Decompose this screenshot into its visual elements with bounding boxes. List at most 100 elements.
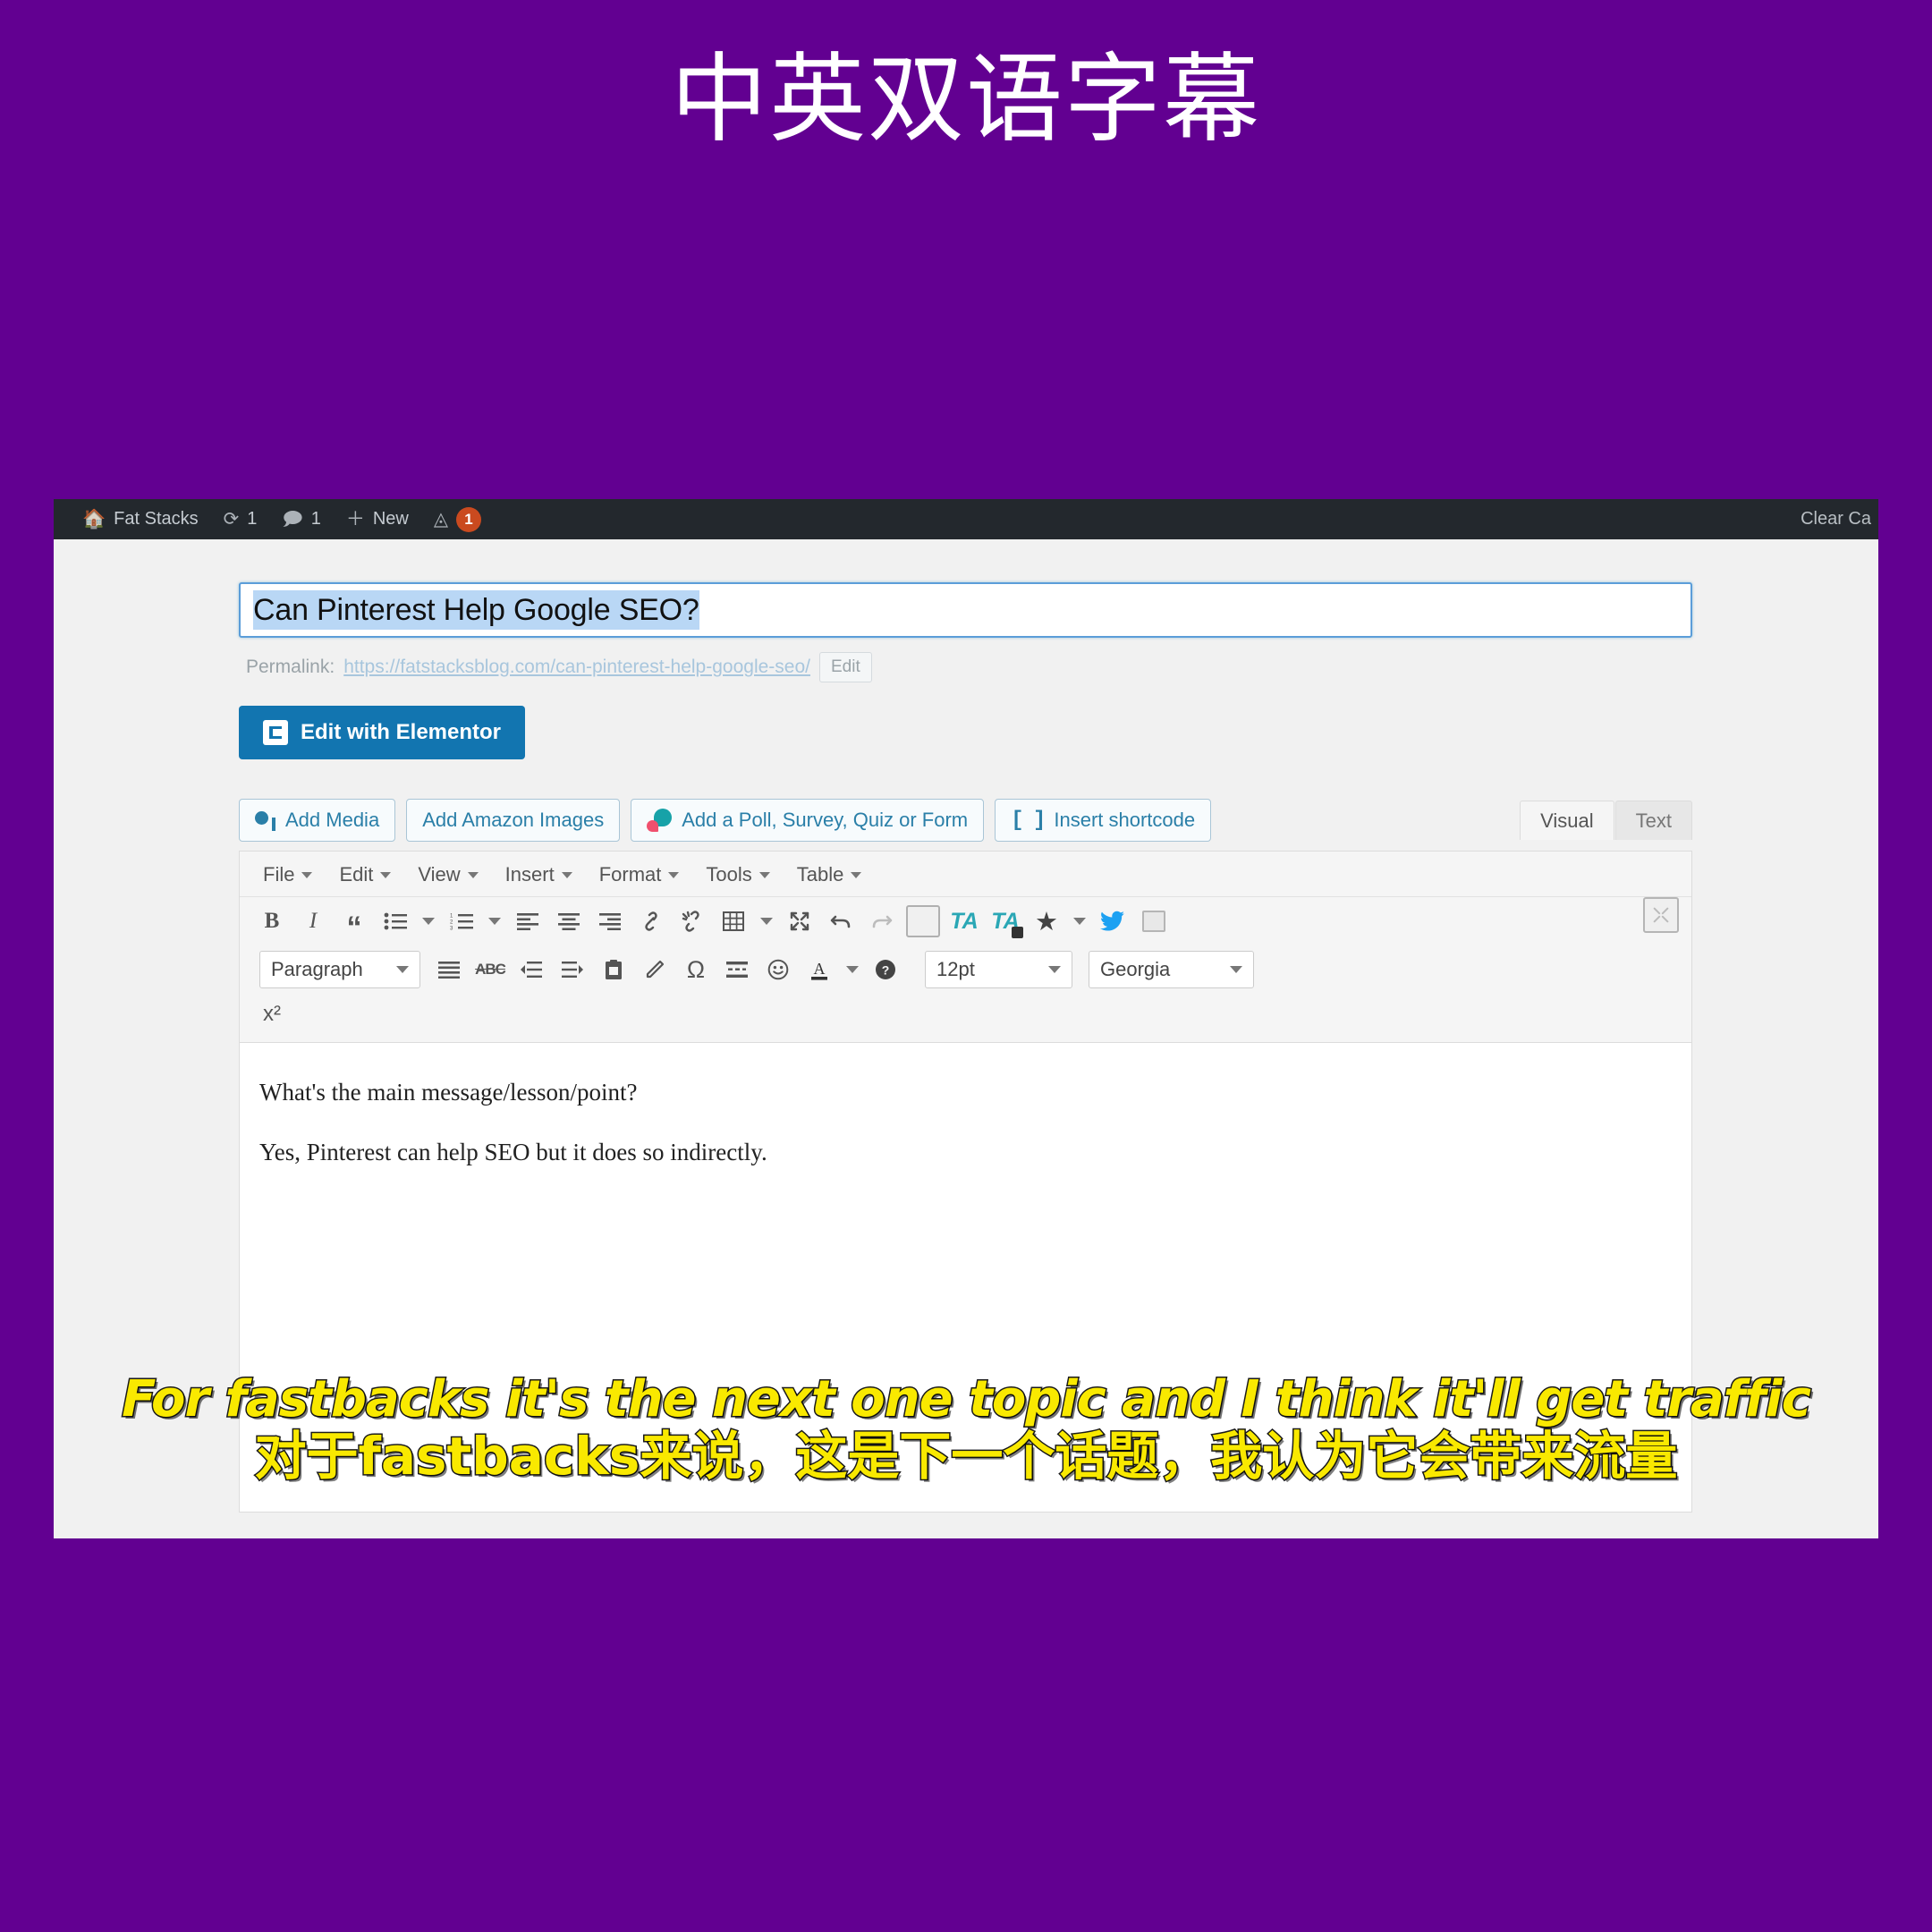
numbered-list-caret-icon[interactable]: [483, 902, 506, 940]
thrive-ta-lock-icon[interactable]: TA: [986, 902, 1025, 940]
chevron-down-icon: [1230, 966, 1242, 973]
chevron-down-icon: [758, 871, 770, 878]
chevron-down-icon: [1048, 966, 1061, 973]
admin-bar-comments[interactable]: 🗩 1: [269, 499, 333, 539]
outdent-icon[interactable]: [512, 951, 551, 988]
indent-icon[interactable]: [553, 951, 592, 988]
text-color-caret-icon[interactable]: [841, 951, 864, 988]
unlink-icon[interactable]: [673, 902, 712, 940]
help-icon[interactable]: ?: [866, 951, 905, 988]
permalink-row: Permalink: https://fatstacksblog.com/can…: [239, 652, 1692, 682]
table-icon[interactable]: [714, 902, 753, 940]
editor-paragraph: Yes, Pinterest can help SEO but it does …: [259, 1139, 767, 1166]
editor-toolbar-row-3: x²: [240, 994, 1691, 1042]
elementor-icon: [262, 720, 288, 745]
undo-icon[interactable]: [821, 902, 860, 940]
insert-shortcode-button[interactable]: [ ] Insert shortcode: [995, 799, 1212, 842]
editor-mode-tabs: Visual Text: [1520, 801, 1692, 840]
admin-bar-site-link[interactable]: 🏠 Fat Stacks: [70, 499, 211, 539]
redo-icon[interactable]: [862, 902, 902, 940]
wordpress-home-icon: 🏠: [82, 509, 106, 530]
chevron-down-icon: [467, 871, 479, 878]
post-title-input[interactable]: Can Pinterest Help Google SEO?: [239, 582, 1692, 638]
editor-toolbar-row-2: Paragraph ABC Ω A ? 12pt Georgia: [240, 945, 1691, 994]
menu-tools[interactable]: Tools: [695, 860, 780, 889]
svg-text:3: 3: [450, 927, 453, 931]
fullscreen-icon[interactable]: [780, 902, 819, 940]
paragraph-format-select[interactable]: Paragraph: [259, 951, 420, 988]
add-media-label: Add Media: [285, 809, 380, 831]
font-family-select[interactable]: Georgia: [1089, 951, 1254, 988]
admin-bar-clear-cache[interactable]: Clear Ca: [1801, 499, 1878, 539]
permalink-label: Permalink:: [246, 657, 335, 677]
add-poll-label: Add a Poll, Survey, Quiz or Form: [682, 809, 969, 831]
tab-visual[interactable]: Visual: [1520, 801, 1614, 840]
admin-bar-updates[interactable]: ⟳ 1: [211, 499, 270, 539]
insert-shortcode-label: Insert shortcode: [1054, 809, 1196, 831]
tab-text[interactable]: Text: [1614, 801, 1692, 840]
menu-file[interactable]: File: [252, 860, 323, 889]
paste-icon[interactable]: [594, 951, 633, 988]
thrive-ta-icon[interactable]: TA: [945, 902, 984, 940]
strikethrough-icon[interactable]: ABC: [470, 951, 510, 988]
add-media-button[interactable]: Add Media: [239, 799, 396, 842]
menu-format[interactable]: Format: [589, 860, 691, 889]
admin-bar-new[interactable]: ＋ New: [334, 499, 421, 539]
menu-edit[interactable]: Edit: [328, 860, 402, 889]
table-caret-icon[interactable]: [755, 902, 778, 940]
align-left-icon[interactable]: [508, 902, 547, 940]
numbered-list-icon[interactable]: 123: [442, 902, 481, 940]
menu-table[interactable]: Table: [786, 860, 873, 889]
menu-insert-label: Insert: [504, 863, 555, 886]
distraction-free-icon[interactable]: [1643, 897, 1679, 933]
justify-icon[interactable]: [429, 951, 469, 988]
notification-badge: 1: [455, 506, 481, 532]
svg-text:2: 2: [450, 920, 453, 926]
menu-insert[interactable]: Insert: [495, 860, 583, 889]
permalink-url[interactable]: https://fatstacksblog.com/can-pinterest-…: [343, 657, 810, 678]
bold-icon[interactable]: B: [252, 902, 292, 940]
editor-toolbar-row-1: B I “ 123 TA TA ★: [240, 897, 1691, 945]
superscript-icon[interactable]: x²: [252, 996, 292, 1033]
editor-content-area[interactable]: What's the main message/lesson/point? Ye…: [240, 1042, 1691, 1512]
add-amazon-images-button[interactable]: Add Amazon Images: [406, 799, 621, 842]
font-size-select[interactable]: 12pt: [925, 951, 1072, 988]
page-break-icon[interactable]: [717, 951, 757, 988]
tinymce-editor: File Edit View Insert Format Tools Table…: [239, 851, 1692, 1513]
updates-count: 1: [247, 509, 258, 529]
edit-with-elementor-button[interactable]: Edit with Elementor: [239, 706, 525, 759]
star-icon[interactable]: ★: [1027, 902, 1066, 940]
media-thumb-icon[interactable]: [1134, 902, 1174, 940]
link-icon[interactable]: [631, 902, 671, 940]
align-right-icon[interactable]: [590, 902, 630, 940]
clear-cache-label: Clear Ca: [1801, 509, 1871, 529]
wordpress-window: 🏠 Fat Stacks ⟳ 1 🗩 1 ＋ New ◬ 1 Clear Ca …: [54, 499, 1878, 1538]
admin-bar-plugin[interactable]: ◬ 1: [421, 499, 494, 539]
special-character-icon[interactable]: Ω: [676, 951, 716, 988]
menu-tools-label: Tools: [706, 863, 752, 886]
blockquote-icon[interactable]: “: [335, 902, 374, 943]
emoji-icon[interactable]: [758, 951, 798, 988]
menu-format-label: Format: [598, 863, 662, 886]
bullet-list-icon[interactable]: [376, 902, 415, 940]
add-poll-button[interactable]: Add a Poll, Survey, Quiz or Form: [631, 799, 985, 842]
menu-edit-label: Edit: [339, 863, 374, 886]
italic-icon[interactable]: I: [293, 902, 333, 940]
text-color-icon[interactable]: A: [800, 951, 839, 988]
banner-title: 中英双语字幕: [670, 44, 1261, 156]
screen-box-icon[interactable]: [903, 902, 943, 940]
shortcode-brackets-icon: [ ]: [1011, 808, 1046, 833]
chevron-down-icon: [668, 871, 680, 878]
eraser-icon[interactable]: [635, 951, 674, 988]
permalink-edit-button[interactable]: Edit: [818, 652, 872, 682]
editor-menubar: File Edit View Insert Format Tools Table: [240, 852, 1691, 897]
menu-view[interactable]: View: [407, 860, 488, 889]
comments-icon: 🗩: [282, 509, 303, 530]
star-caret-icon[interactable]: [1068, 902, 1091, 940]
updates-icon: ⟳: [223, 509, 240, 530]
align-center-icon[interactable]: [549, 902, 589, 940]
bullet-list-caret-icon[interactable]: [417, 902, 440, 940]
post-editor: Add Media Add Amazon Images Add a Poll, …: [239, 799, 1692, 1513]
twitter-icon[interactable]: [1093, 902, 1132, 940]
admin-bar-new-label: New: [372, 509, 409, 529]
